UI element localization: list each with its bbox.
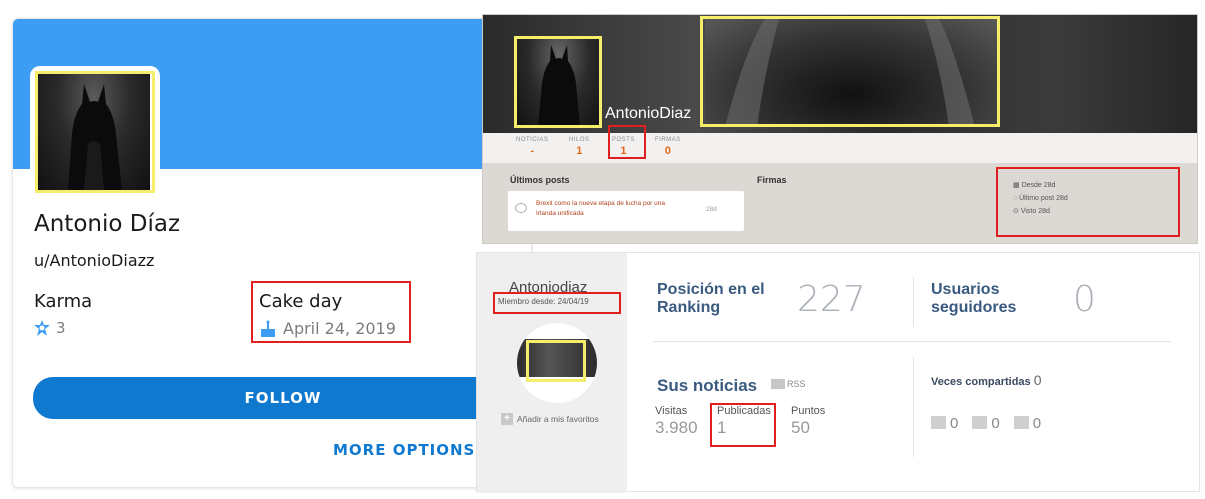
stat-visits: Visitas 3.980 <box>655 405 698 438</box>
stat-hilos[interactable]: HILOS 1 <box>569 137 590 157</box>
karma-number: 3 <box>56 319 66 337</box>
karma-label: Karma <box>34 291 93 312</box>
more-options-link[interactable]: MORE OPTIONS <box>333 441 475 459</box>
divider <box>913 277 914 327</box>
follow-button[interactable]: FOLLOW <box>33 377 531 419</box>
stat-value: 0 <box>664 145 671 157</box>
followers-label: Usuarios seguidores <box>931 281 1017 316</box>
ranking-value: 227 <box>797 279 866 320</box>
add-to-favorites-link[interactable]: + Añadir a mis favoritos <box>501 413 599 425</box>
stat-noticias[interactable]: NOTICIAS - <box>516 137 548 157</box>
highlight-cake-day <box>251 281 411 343</box>
add-favorites-label: Añadir a mis favoritos <box>517 414 599 424</box>
latest-posts-title: Últimos posts <box>510 175 570 185</box>
latest-post-item[interactable]: Brexit como la nueva etapa de lucha por … <box>508 191 744 231</box>
ranking-label: Posición en el Ranking <box>657 281 765 316</box>
divider <box>913 357 914 457</box>
visits-value: 3.980 <box>655 418 698 437</box>
points-label: Puntos <box>791 405 826 417</box>
profile-username: u/AntonioDiazz <box>34 251 155 270</box>
karma-value: 3 <box>34 319 66 337</box>
highlight-activity-dates <box>996 167 1180 237</box>
stat-label: FIRMAS <box>655 137 681 143</box>
highlight-published <box>710 403 776 447</box>
forum-username: AntonioDiaz <box>605 105 692 122</box>
facebook-share[interactable]: 0 <box>931 415 958 432</box>
stat-points: Puntos 50 <box>791 405 825 438</box>
share-counts: 0 0 0 <box>931 415 1041 432</box>
highlight-posts-count <box>608 125 646 159</box>
plus-icon: + <box>501 413 513 425</box>
news-label: Sus noticias <box>657 376 758 395</box>
karma-icon <box>34 320 50 336</box>
facebook-icon <box>931 416 946 429</box>
highlight-meneame-avatar <box>526 340 586 382</box>
post-title[interactable]: Brexit como la nueva etapa de lucha por … <box>536 199 686 219</box>
email-icon <box>1013 416 1029 429</box>
twitter-icon <box>972 416 988 429</box>
rss-label: RSS <box>787 379 806 389</box>
shared-count: Veces compartidas 0 <box>931 372 1042 388</box>
shared-label: Veces compartidas <box>931 376 1031 388</box>
speech-bubble-icon <box>515 203 527 213</box>
stat-firmas[interactable]: FIRMAS 0 <box>655 137 681 157</box>
shared-value: 0 <box>1033 372 1042 388</box>
post-age: 28d <box>706 206 717 213</box>
stat-label: NOTICIAS <box>516 137 549 143</box>
forum-stats-bar <box>483 133 1197 163</box>
profile-display-name: Antonio Díaz <box>34 211 181 237</box>
highlight-forum-avatar <box>514 36 602 128</box>
followers-value: 0 <box>1073 279 1096 320</box>
visits-label: Visitas <box>655 405 688 417</box>
rss-link[interactable]: RSS <box>771 379 806 389</box>
stat-value: - <box>530 145 534 157</box>
rss-icon <box>771 379 785 389</box>
signatures-title: Firmas <box>757 175 787 185</box>
email-share[interactable]: 0 <box>1013 415 1041 432</box>
divider <box>653 341 1171 342</box>
highlight-forum-cover <box>700 16 1000 127</box>
highlight-avatar-yellow <box>35 71 155 193</box>
highlight-member-since <box>493 292 621 314</box>
stat-value: 1 <box>576 145 583 157</box>
stat-label: HILOS <box>569 137 590 143</box>
points-value: 50 <box>791 418 810 437</box>
twitter-share[interactable]: 0 <box>972 415 1000 432</box>
